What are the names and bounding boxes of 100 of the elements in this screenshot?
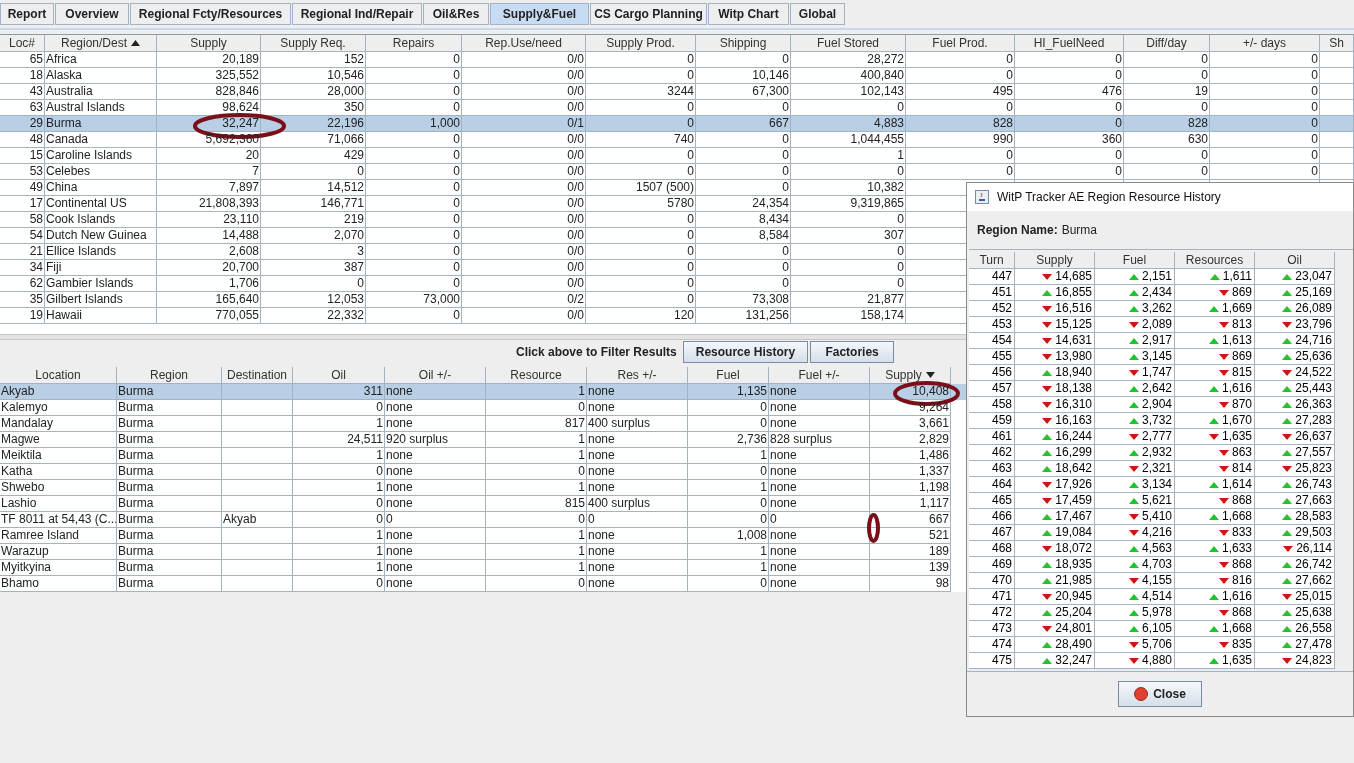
table-cell: none	[588, 528, 615, 542]
table-cell: 73,308	[752, 292, 789, 306]
table-cell: 0	[687, 52, 694, 66]
table-cell: 1	[578, 448, 585, 462]
table-cell: Magwe	[1, 432, 40, 446]
table-cell: 28,000	[327, 84, 364, 98]
table-cell: 1	[760, 560, 767, 574]
table-cell: none	[770, 496, 797, 510]
table-cell: Burma	[118, 416, 154, 430]
table-cell: 71,066	[327, 132, 364, 146]
table-cell: none	[386, 384, 413, 398]
table-cell: 21,877	[867, 292, 904, 306]
table-cell: 0	[376, 576, 383, 590]
table-cell: 98,624	[222, 100, 259, 114]
table-cell: 73,000	[423, 292, 460, 306]
table-cell: 0	[897, 244, 904, 258]
table-cell: none	[386, 400, 413, 414]
table-cell: 2,829	[918, 432, 949, 446]
table-cell: Burma	[118, 512, 154, 526]
table-cell: 0	[1201, 164, 1208, 178]
table-cell: 0	[453, 180, 460, 194]
table-cell: Bhamo	[1, 576, 40, 590]
table-cell: 0	[687, 244, 694, 258]
turn-cell: 474	[991, 637, 1012, 651]
table-cell: 0	[357, 164, 364, 178]
table-cell: 0	[760, 576, 767, 590]
table-cell: 0	[687, 212, 694, 226]
table-cell: none	[386, 560, 413, 574]
table-cell: 7	[252, 164, 259, 178]
turn-cell: 464	[991, 477, 1012, 491]
table-cell: 0	[1006, 164, 1013, 178]
table-cell: 325,552	[215, 68, 259, 82]
table-cell: 24,354	[752, 196, 789, 210]
table-cell: 1,486	[918, 448, 949, 462]
table-cell: 48	[29, 132, 43, 146]
table-cell: 0	[1311, 68, 1318, 82]
table-cell: 1	[760, 448, 767, 462]
table-cell: 0	[1311, 164, 1318, 178]
turn-cell: 455	[991, 349, 1012, 363]
table-cell: Africa	[46, 52, 77, 66]
table-cell: 8,584	[758, 228, 789, 242]
table-cell: 14,512	[327, 180, 364, 194]
table-cell: 22,196	[327, 116, 364, 130]
table-cell: 920 surplus	[386, 432, 449, 446]
table-cell: 0	[782, 276, 789, 290]
table-cell: none	[588, 448, 615, 462]
table-cell: 0	[453, 276, 460, 290]
table-cell: Ellice Islands	[46, 244, 117, 258]
table-cell: 0	[687, 116, 694, 130]
table-cell: 189	[928, 544, 949, 558]
table-cell: 0	[687, 260, 694, 274]
table-cell: Dutch New Guinea	[46, 228, 147, 242]
table-cell: Warazup	[1, 544, 49, 558]
table-cell: 0	[357, 276, 364, 290]
table-cell: 29	[29, 116, 43, 130]
table-cell: 2,608	[228, 244, 259, 258]
turn-cell: 462	[991, 445, 1012, 459]
table-cell: 0	[1201, 52, 1208, 66]
turn-cell: 463	[991, 461, 1012, 475]
table-cell: none	[588, 480, 615, 494]
table-cell: 102,143	[860, 84, 904, 98]
table-cell: Burma	[118, 448, 154, 462]
table-cell: 429	[343, 148, 364, 162]
table-cell: none	[588, 384, 615, 398]
table-cell: Shwebo	[1, 480, 45, 494]
table-cell: Kalemyo	[1, 400, 48, 414]
table-cell: none	[588, 432, 615, 446]
table-cell: 0	[453, 244, 460, 258]
table-cell: 0/0	[567, 260, 584, 274]
table-cell: 0	[1115, 164, 1122, 178]
table-cell: 0	[578, 512, 585, 526]
table-cell: Burma	[118, 384, 154, 398]
table-cell: none	[386, 496, 413, 510]
table-cell: none	[770, 464, 797, 478]
table-cell: Australia	[46, 84, 93, 98]
table-cell: 0	[1115, 148, 1122, 162]
table-cell: 65	[29, 52, 43, 66]
table-cell: Burma	[46, 116, 82, 130]
table-cell: 0/0	[567, 276, 584, 290]
table-cell: none	[386, 544, 413, 558]
table-cell: 12,053	[327, 292, 364, 306]
table-cell: 34	[29, 260, 43, 274]
table-cell: 360	[1101, 132, 1122, 146]
table-cell: 15	[29, 148, 43, 162]
table-cell: 8,434	[758, 212, 789, 226]
table-cell: Burma	[118, 464, 154, 478]
table-cell: 817	[564, 416, 585, 430]
table-cell: 0	[1311, 132, 1318, 146]
table-cell: 1,198	[918, 480, 949, 494]
table-cell: 10,408	[912, 384, 949, 398]
table-cell: none	[770, 480, 797, 494]
table-cell: 0/0	[567, 84, 584, 98]
turn-cell: 454	[991, 333, 1012, 347]
table-cell: 19	[1194, 84, 1208, 98]
table-cell: 3244	[667, 84, 694, 98]
table-cell: 400,840	[860, 68, 904, 82]
table-cell: 67,300	[752, 84, 789, 98]
table-cell: 1	[760, 544, 767, 558]
table-cell: 0	[376, 464, 383, 478]
table-cell: 0	[578, 464, 585, 478]
